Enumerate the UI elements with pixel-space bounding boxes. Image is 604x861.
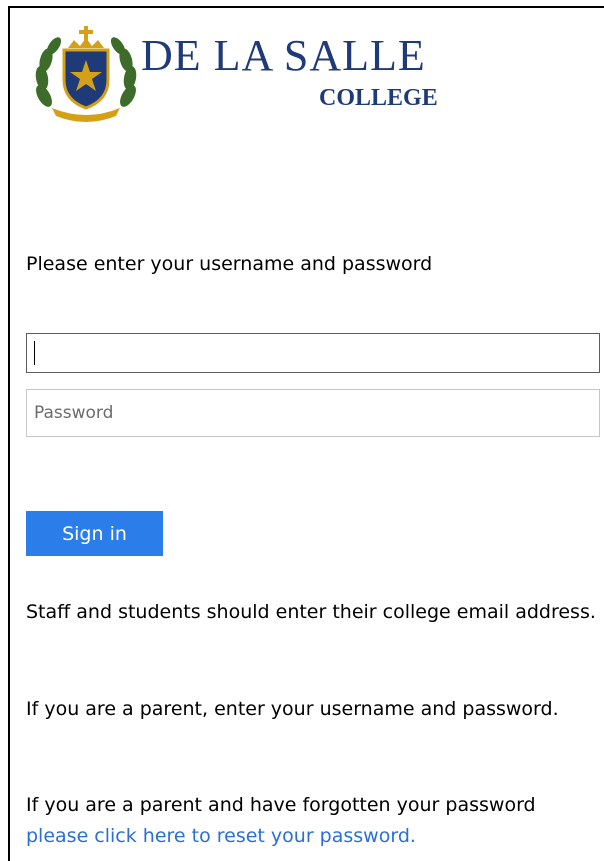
college-crest-icon xyxy=(35,26,137,122)
forgot-password-prefix: If you are a parent and have forgotten y… xyxy=(26,794,536,816)
username-input[interactable] xyxy=(26,333,600,373)
text-cursor xyxy=(34,341,35,365)
login-instruction: Please enter your username and password xyxy=(26,253,433,275)
password-input[interactable] xyxy=(26,389,600,437)
reset-password-link[interactable]: please click here to reset your password… xyxy=(26,825,416,847)
staff-help-text: Staff and students should enter their co… xyxy=(26,601,596,623)
college-name: DE LA SALLE xyxy=(141,31,426,80)
college-subtitle: COLLEGE xyxy=(319,85,438,111)
sign-in-button[interactable]: Sign in xyxy=(26,511,163,556)
parent-help-text: If you are a parent, enter your username… xyxy=(26,698,559,720)
college-logo: DE LA SALLE COLLEGE xyxy=(34,26,438,122)
forgot-password-text: If you are a parent and have forgotten y… xyxy=(26,790,596,852)
